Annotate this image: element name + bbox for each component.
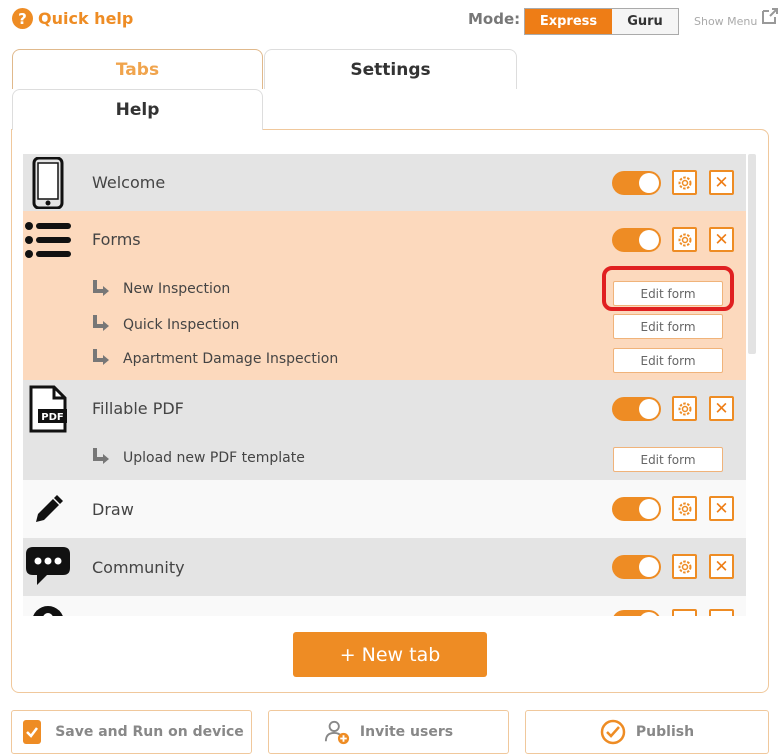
visibility-toggle[interactable]	[612, 497, 661, 521]
gear-icon	[678, 176, 691, 189]
close-icon[interactable]: ✕	[709, 496, 734, 521]
sub-item-label: Upload new PDF template	[123, 450, 305, 466]
close-icon[interactable]: ✕	[709, 396, 734, 421]
visibility-toggle[interactable]	[612, 397, 661, 421]
visibility-toggle[interactable]	[612, 610, 661, 616]
gear-button[interactable]	[672, 227, 697, 252]
external-link-icon[interactable]	[760, 6, 780, 26]
new-tab-button[interactable]: + New tab	[293, 632, 487, 677]
check-circle-icon	[600, 719, 626, 745]
close-button[interactable]	[709, 609, 734, 616]
tab-tabs[interactable]: Tabs	[12, 49, 263, 89]
visibility-toggle[interactable]	[612, 228, 661, 252]
sub-item-label: Quick Inspection	[123, 317, 240, 333]
mode-express-button[interactable]: Express	[525, 9, 612, 34]
gear-icon	[678, 402, 691, 415]
invite-users-button[interactable]: Invite users	[268, 710, 509, 754]
save-and-run-label: Save and Run on device	[55, 724, 244, 740]
mode-guru-button[interactable]: Guru	[612, 9, 678, 34]
tab-list: Welcome ✕ Forms ✕ New Inspection Edit fo…	[23, 154, 746, 616]
sub-arrow-icon	[93, 448, 109, 464]
quick-help-header[interactable]: ? Quick help	[12, 8, 133, 29]
tab-settings[interactable]: Settings	[264, 49, 517, 89]
visibility-toggle[interactable]	[612, 171, 661, 195]
publish-label: Publish	[635, 724, 695, 740]
tab-help[interactable]: Help	[12, 89, 263, 130]
row-label: Forms	[92, 230, 141, 249]
sub-item-label: New Inspection	[123, 281, 231, 297]
sub-arrow-icon	[93, 280, 109, 296]
visibility-toggle[interactable]	[612, 555, 661, 579]
tabs-panel: Welcome ✕ Forms ✕ New Inspection Edit fo…	[11, 129, 769, 693]
close-icon[interactable]: ✕	[709, 554, 734, 579]
sub-item-label: Apartment Damage Inspection	[123, 351, 339, 367]
gear-button[interactable]	[672, 170, 697, 195]
close-icon[interactable]: ✕	[709, 227, 734, 252]
invite-users-label: Invite users	[359, 724, 454, 740]
pdf-icon: PDF	[23, 385, 73, 433]
row-label: Community	[92, 558, 185, 577]
chat-icon	[23, 546, 73, 586]
row-label: Draw	[92, 500, 134, 519]
mode-switch[interactable]: Express Guru	[524, 8, 679, 35]
quick-help-title: Quick help	[38, 9, 134, 28]
add-user-icon	[324, 719, 350, 745]
tab-row-fillable-pdf[interactable]: PDF Fillable PDF ✕ Upload new PDF templa…	[23, 380, 746, 480]
tab-row-welcome[interactable]: Welcome ✕	[23, 154, 746, 211]
pdf-icon-label: PDF	[41, 412, 63, 423]
partial-icon	[23, 602, 73, 616]
mode-label: Mode:	[468, 10, 521, 28]
gear-button[interactable]	[672, 496, 697, 521]
row-label: Welcome	[92, 173, 166, 192]
list-scrollbar[interactable]	[748, 154, 756, 354]
sub-arrow-icon	[93, 315, 109, 331]
tab-row-community[interactable]: Community ✕	[23, 538, 746, 596]
highlight-annotation	[602, 266, 734, 311]
edit-form-button[interactable]: Edit form	[613, 348, 723, 373]
phone-icon	[23, 157, 73, 209]
row-label: Fillable PDF	[92, 399, 184, 418]
tab-row-forms[interactable]: Forms ✕ New Inspection Edit form Quick I…	[23, 211, 746, 380]
show-menu-link[interactable]: Show Menu	[694, 15, 757, 28]
gear-icon	[678, 560, 691, 573]
list-icon	[23, 222, 73, 258]
publish-button[interactable]: Publish	[525, 710, 769, 754]
device-check-icon	[19, 719, 45, 745]
help-circle-icon: ?	[12, 8, 33, 29]
gear-button[interactable]	[672, 609, 697, 616]
close-icon[interactable]: ✕	[709, 170, 734, 195]
sub-arrow-icon	[93, 349, 109, 365]
gear-button[interactable]	[672, 396, 697, 421]
tab-row-draw[interactable]: Draw ✕	[23, 480, 746, 538]
gear-button[interactable]	[672, 554, 697, 579]
pencil-icon	[23, 495, 73, 525]
tab-row-partial[interactable]	[23, 596, 746, 616]
edit-form-button[interactable]: Edit form	[613, 447, 723, 472]
save-and-run-button[interactable]: Save and Run on device	[11, 710, 252, 754]
gear-icon	[678, 502, 691, 515]
edit-form-button[interactable]: Edit form	[613, 314, 723, 339]
gear-icon	[678, 233, 691, 246]
